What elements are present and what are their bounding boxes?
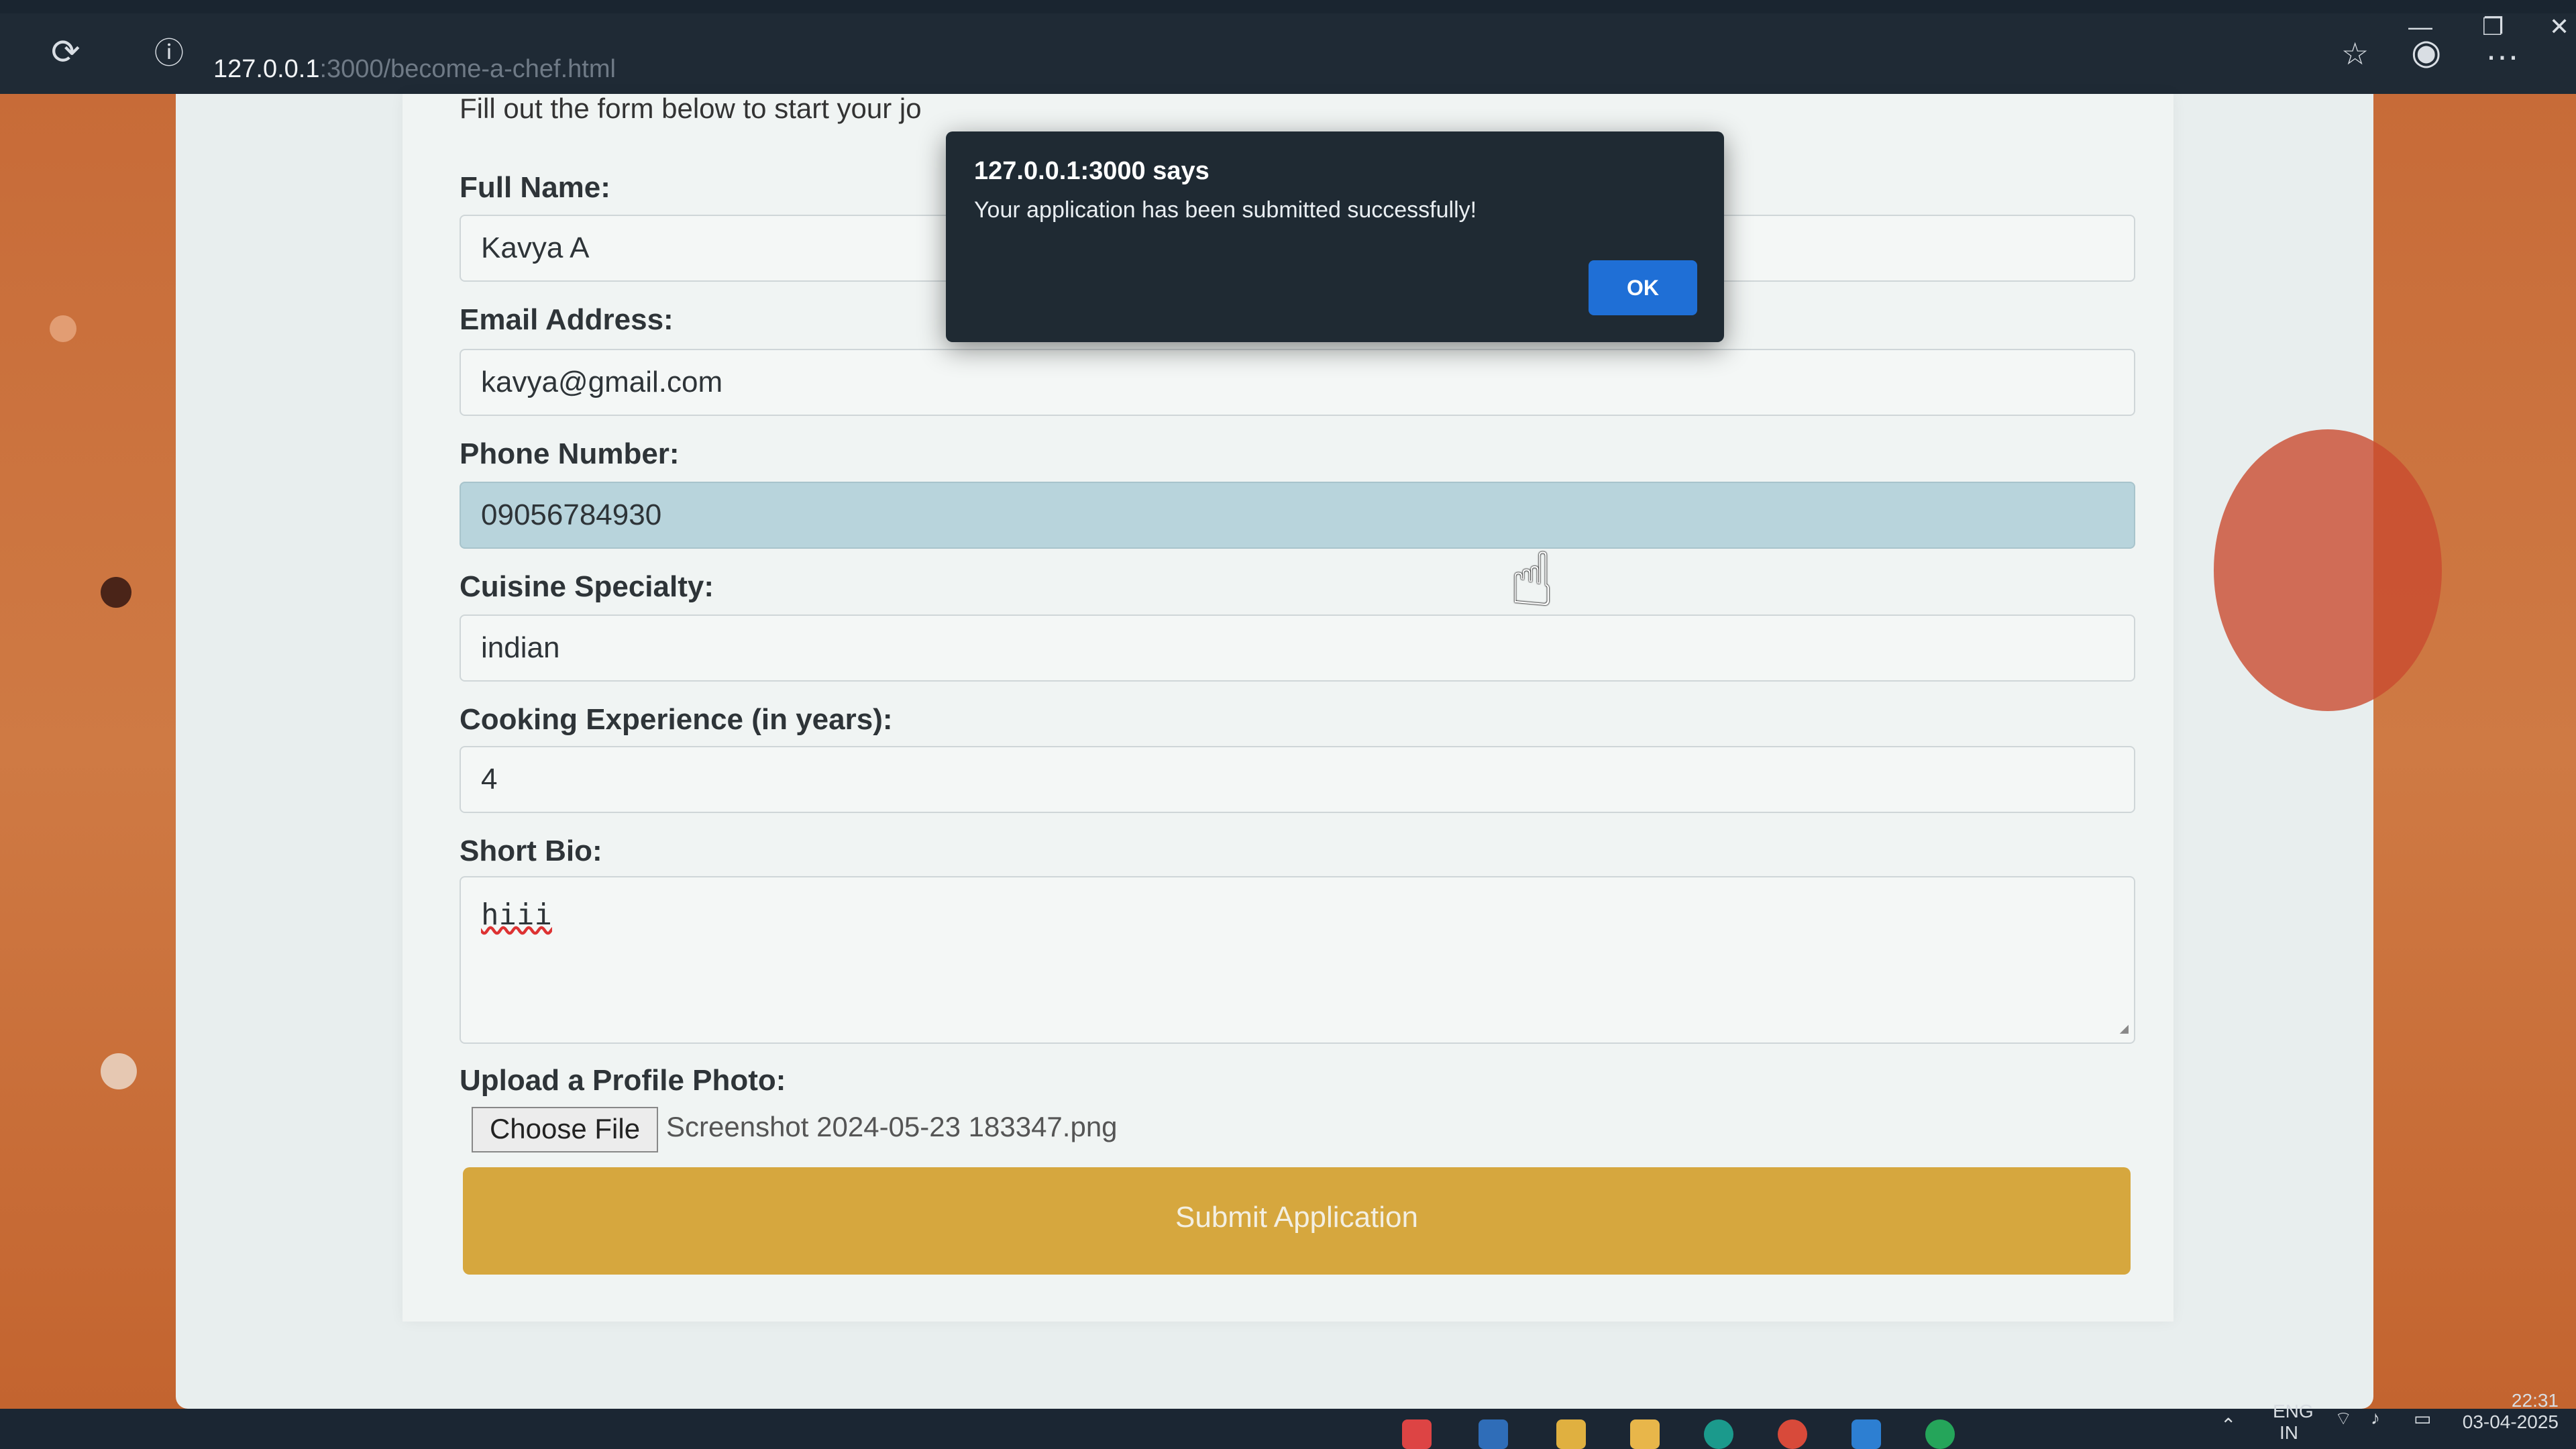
tab-strip (0, 0, 2576, 13)
phone-label: Phone Number: (460, 437, 680, 470)
email-input[interactable]: kavya@gmail.com (460, 349, 2135, 416)
maximize-icon[interactable]: ❐ (2482, 7, 2504, 47)
time: 22:31 (2511, 1390, 2559, 1411)
lang-top: ENG (2273, 1401, 2314, 1421)
folder-icon[interactable] (1630, 1419, 1660, 1449)
minimize-icon[interactable]: — (2408, 7, 2432, 47)
email-label: Email Address: (460, 303, 674, 336)
battery-icon[interactable]: ▭ (2414, 1407, 2431, 1430)
intro-text: Fill out the form below to start your jo (460, 93, 922, 124)
browser-toolbar: ⟳ ⓘ 127.0.0.1:3000/become-a-chef.html ☆ … (0, 13, 2576, 94)
vscode-icon[interactable] (1851, 1419, 1881, 1449)
upload-label: Upload a Profile Photo: (460, 1064, 786, 1097)
url-path: :3000/become-a-chef.html (319, 55, 616, 83)
tray-chevron-icon[interactable]: ⌃ (2220, 1414, 2236, 1436)
selected-file-name: Screenshot 2024-05-23 183347.png (666, 1111, 1118, 1142)
hand-cursor-icon: ☝ (1509, 539, 1554, 621)
cuisine-input[interactable]: indian (460, 614, 2135, 682)
date: 03-04-2025 (2462, 1411, 2559, 1432)
decor-dot (101, 1053, 137, 1089)
favorites-icon[interactable]: ☆ (2341, 34, 2369, 74)
chrome-icon[interactable] (1778, 1419, 1807, 1449)
pepper-decor (2214, 429, 2442, 711)
decor-dot (50, 315, 76, 342)
bio-label: Short Bio: (460, 835, 602, 867)
decor-dot (101, 577, 131, 608)
wifi-icon[interactable]: ⌔ (2334, 1407, 2352, 1431)
gmail-icon[interactable] (1402, 1419, 1432, 1449)
alert-dialog: 127.0.0.1:3000 says Your application has… (946, 131, 1724, 342)
dialog-ok-button[interactable]: OK (1589, 260, 1697, 315)
volume-icon[interactable]: ♪ (2371, 1407, 2380, 1429)
full-name-label: Full Name: (460, 171, 610, 204)
cuisine-label: Cuisine Specialty: (460, 570, 714, 603)
resize-handle-icon[interactable]: ◢ (2120, 1020, 2129, 1037)
experience-label: Cooking Experience (in years): (460, 703, 893, 736)
close-icon[interactable]: ✕ (2549, 7, 2569, 47)
bio-textarea[interactable]: hiii ◢ (460, 876, 2135, 1044)
language-indicator[interactable]: ENG IN (2273, 1401, 2314, 1444)
store-icon[interactable] (1479, 1419, 1508, 1449)
bio-text: hiii (481, 898, 552, 932)
edge-icon[interactable] (1704, 1419, 1733, 1449)
dialog-message: Your application has been submitted succ… (974, 197, 1477, 223)
choose-file-button[interactable]: Choose File (472, 1107, 658, 1152)
url-host: 127.0.0.1 (213, 55, 320, 83)
clock[interactable]: 22:31 03-04-2025 (2458, 1390, 2559, 1433)
taskbar (0, 1409, 2576, 1449)
file-upload: Choose File Screenshot 2024-05-23 183347… (460, 1107, 2135, 1161)
info-icon[interactable]: ⓘ (154, 34, 184, 74)
experience-input[interactable]: 4 (460, 746, 2135, 813)
reload-icon[interactable]: ⟳ (51, 32, 80, 72)
whatsapp-icon[interactable] (1925, 1419, 1955, 1449)
phone-input[interactable]: 09056784930 (460, 482, 2135, 549)
lang-bottom: IN (2279, 1422, 2298, 1443)
browser-icon[interactable] (1556, 1419, 1586, 1449)
address-bar[interactable]: 127.0.0.1:3000/become-a-chef.html (213, 55, 616, 84)
submit-application-button[interactable]: Submit Application (463, 1167, 2131, 1275)
dialog-title: 127.0.0.1:3000 says (974, 157, 1210, 185)
